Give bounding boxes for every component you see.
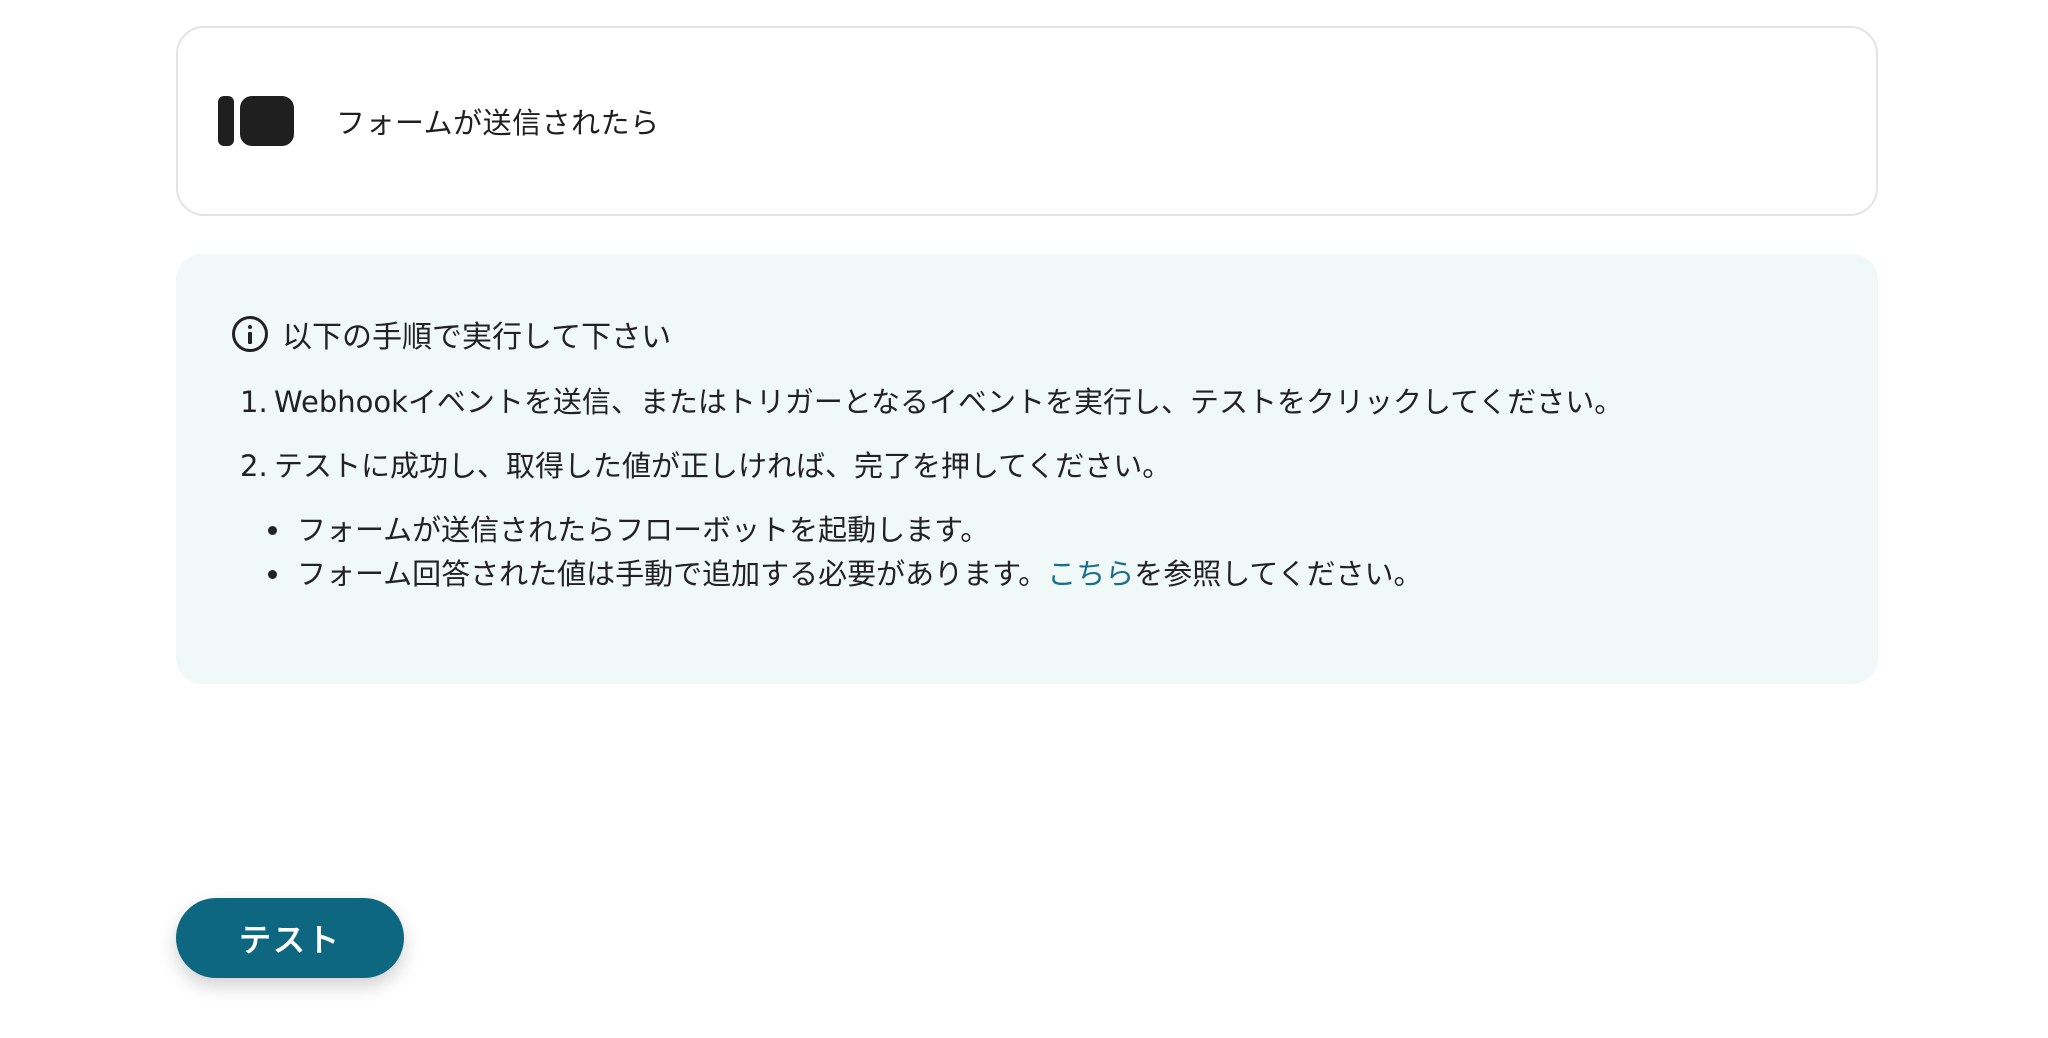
page: フォームが送信されたら 以下の手順で実行して下さい 1. Webhookイベント… <box>0 0 2048 1038</box>
notes-list: フォームが送信されたらフローボットを起動します。 フォーム回答された値は手動で追… <box>232 508 1822 596</box>
step-number: 1. <box>240 385 268 419</box>
step-item: 2. テストに成功し、取得した値が正しければ、完了を押してください。 <box>232 446 1822 486</box>
bullet-dot <box>268 525 277 535</box>
info-heading: 以下の手順で実行して下さい <box>232 310 1822 358</box>
step-text: Webhookイベントを送信、またはトリガーとなるイベントを実行し、テストをクリ… <box>274 385 1624 419</box>
info-heading-text: 以下の手順で実行して下さい <box>282 320 672 355</box>
step-item: 1. Webhookイベントを送信、またはトリガーとなるイベントを実行し、テスト… <box>232 382 1822 422</box>
info-icon <box>232 316 268 352</box>
trigger-label: フォームが送信されたら <box>336 106 660 140</box>
note-text-after: を参照してください。 <box>1134 557 1423 591</box>
note-text-before: フォーム回答された値は手動で追加する必要があります。 <box>297 557 1048 591</box>
info-panel: 以下の手順で実行して下さい 1. Webhookイベントを送信、またはトリガーと… <box>176 254 1878 684</box>
trigger-card[interactable]: フォームが送信されたら <box>176 26 1878 216</box>
step-text: テストに成功し、取得した値が正しければ、完了を押してください。 <box>274 449 1172 483</box>
note-text: フォームが送信されたらフローボットを起動します。 <box>297 513 990 547</box>
step-number: 2. <box>240 449 268 483</box>
steps-list: 1. Webhookイベントを送信、またはトリガーとなるイベントを実行し、テスト… <box>232 382 1822 486</box>
reference-link[interactable]: こちら <box>1047 557 1134 591</box>
note-item: フォーム回答された値は手動で追加する必要があります。こちらを参照してください。 <box>268 552 1822 596</box>
form-icon <box>218 96 294 146</box>
note-item: フォームが送信されたらフローボットを起動します。 <box>268 508 1822 552</box>
test-button[interactable]: テスト <box>176 898 404 978</box>
bullet-dot <box>268 569 277 579</box>
note-text: フォーム回答された値は手動で追加する必要があります。こちらを参照してください。 <box>297 552 1423 596</box>
